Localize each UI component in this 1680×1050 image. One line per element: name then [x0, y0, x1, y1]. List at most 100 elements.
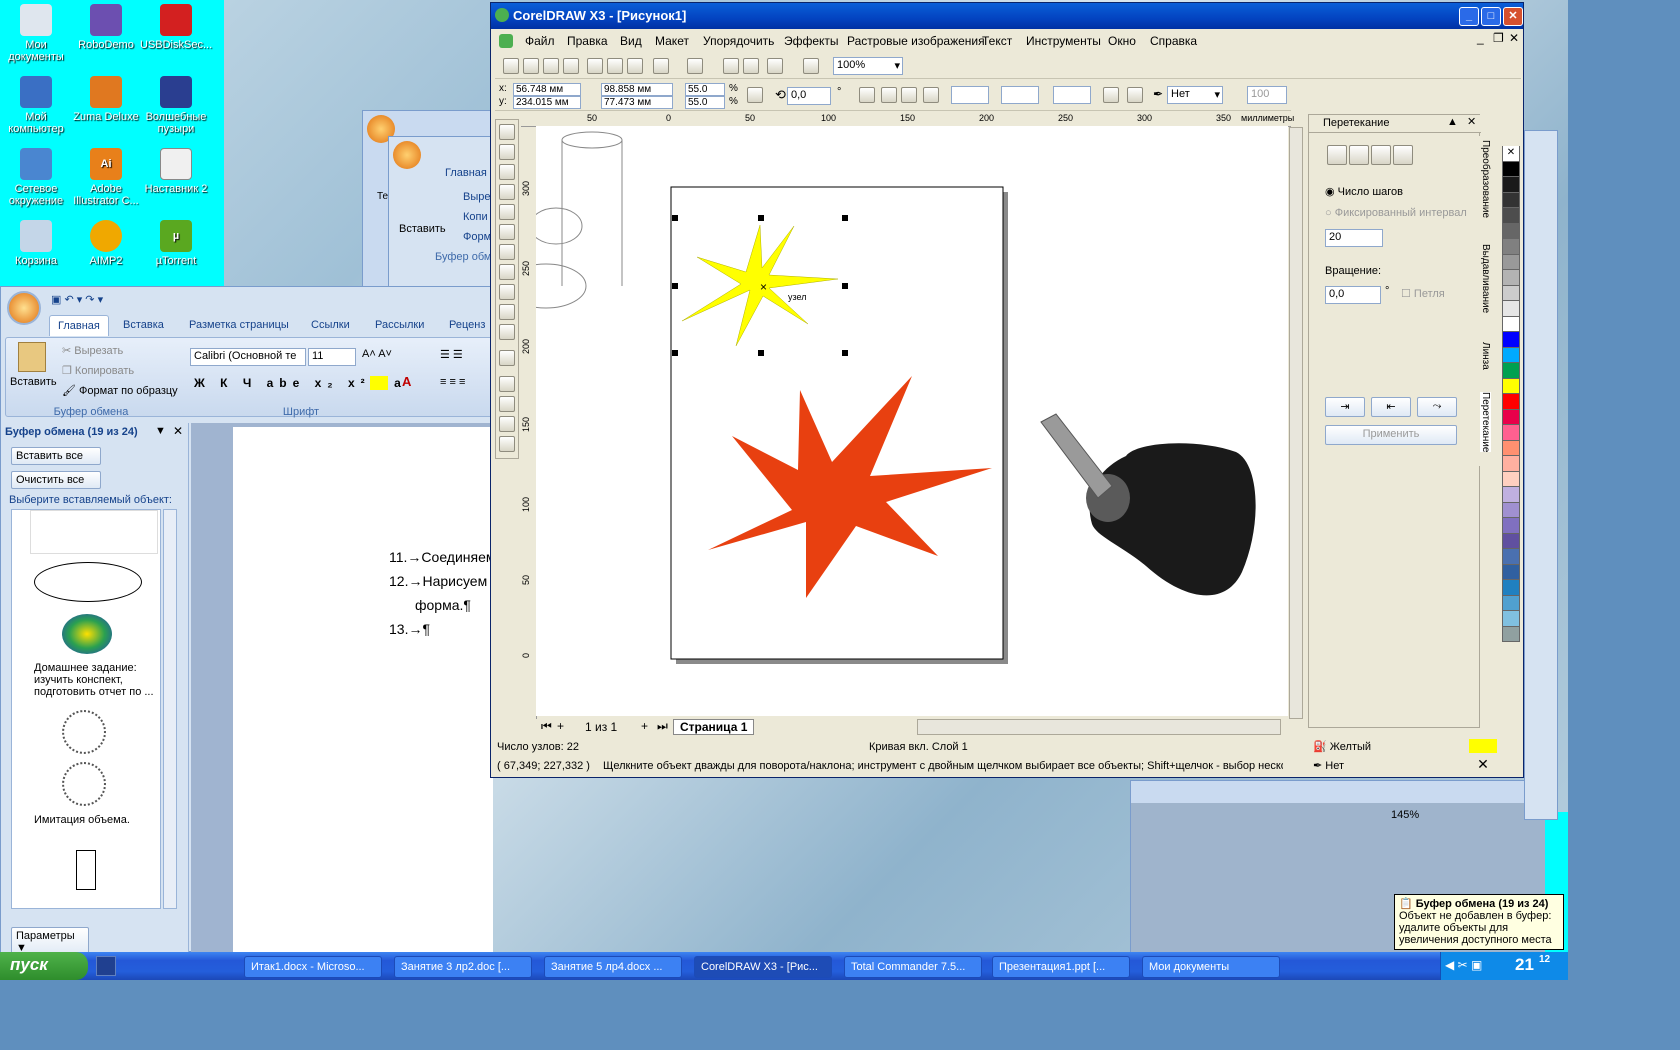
taskbar-item[interactable]: Занятие 5 лр4.docx ... — [544, 956, 682, 978]
word-window[interactable]: ▣ ↶ ▾ ↷ ▾ Главная Вставка Разметка стран… — [0, 286, 496, 957]
zoom-select[interactable]: 100% ▾ — [833, 57, 903, 75]
rotation-field[interactable]: 0,0 — [787, 87, 831, 105]
blend-path-button[interactable]: ⤳ — [1417, 397, 1457, 417]
menu-help[interactable]: Справка — [1150, 34, 1197, 48]
blend-forward-button[interactable]: ⇥ — [1325, 397, 1365, 417]
undo-icon[interactable] — [653, 58, 669, 74]
node-icon[interactable] — [901, 87, 917, 103]
color-swatch[interactable] — [1502, 394, 1520, 410]
color-swatch[interactable] — [1502, 487, 1520, 503]
rectangle-tool-icon[interactable] — [499, 244, 515, 260]
menu-effects[interactable]: Эффекты — [784, 34, 839, 48]
page-tab[interactable]: Страница 1 — [673, 719, 755, 735]
font-color-icon[interactable]: A — [402, 374, 411, 389]
taskbar-item[interactable]: Итак1.docx - Microso... — [244, 956, 382, 978]
apply-button[interactable]: Применить — [1325, 425, 1457, 445]
welcome-icon[interactable] — [803, 58, 819, 74]
x-position-field[interactable]: 56.748 мм — [513, 83, 581, 96]
collapse-icon[interactable]: ▲ — [1447, 116, 1458, 128]
docker-tab-blend[interactable]: Перетекание — [1480, 392, 1491, 453]
tray-icons[interactable]: ◀ ✂ ▣ — [1445, 958, 1482, 972]
highlight-icon[interactable] — [370, 376, 388, 390]
clipboard-item-rect[interactable] — [76, 850, 96, 890]
cut-button[interactable]: ✂ Вырезать — [62, 344, 123, 357]
add-page-icon[interactable]: + — [557, 719, 564, 733]
print-icon[interactable] — [563, 58, 579, 74]
fill-swatch[interactable] — [1469, 739, 1497, 753]
scale-y-field[interactable]: 55.0 — [685, 96, 725, 109]
star-tool-icon[interactable] — [499, 284, 515, 300]
color-swatch[interactable] — [1502, 595, 1520, 611]
list-icons[interactable]: ☰ ☰ — [440, 348, 490, 366]
menu-text[interactable]: Текст — [982, 34, 1012, 48]
menu-tools[interactable]: Инструменты — [1026, 34, 1101, 48]
format-painter-button[interactable]: Форм — [463, 231, 491, 243]
office-button-icon[interactable] — [393, 141, 421, 169]
docker-tab-lens[interactable]: Линза — [1480, 342, 1491, 370]
blend-accel-icon[interactable] — [1349, 145, 1369, 165]
last-page-icon[interactable]: ⏭ — [657, 719, 668, 734]
lock-ratio-icon[interactable] — [747, 87, 763, 103]
color-swatch[interactable] — [1502, 471, 1520, 487]
color-swatch[interactable] — [1502, 161, 1520, 177]
document-icon[interactable] — [499, 34, 513, 48]
color-swatch[interactable] — [1502, 316, 1520, 332]
blend-misc-icon[interactable] — [1393, 145, 1413, 165]
zoom-level[interactable]: 145% — [1391, 809, 1419, 821]
color-swatch[interactable] — [1502, 177, 1520, 193]
doc-close-icon[interactable]: ✕ — [1509, 31, 1519, 45]
hand-icon[interactable] — [1103, 87, 1119, 103]
clear-all-button[interactable]: Очистить все — [11, 471, 101, 489]
coreldraw-titlebar[interactable]: CorelDRAW X3 - [Рисунок1] _ □ ✕ — [491, 3, 1523, 29]
desktop-icon[interactable]: Мой компьютер — [0, 76, 72, 135]
color-swatch[interactable] — [1502, 270, 1520, 286]
paste-icon[interactable] — [627, 58, 643, 74]
export-icon[interactable] — [743, 58, 759, 74]
width-field[interactable]: 98.858 мм — [601, 83, 673, 96]
color-swatch[interactable] — [1502, 347, 1520, 363]
taskbar-item[interactable]: Мои документы — [1142, 956, 1280, 978]
grow-font-icon[interactable]: A˄ A˅ — [362, 348, 392, 360]
horizontal-scrollbar[interactable] — [917, 719, 1281, 735]
clipboard-item-gear[interactable] — [62, 762, 106, 806]
interactive-fill-icon[interactable] — [499, 436, 515, 452]
minimize-button[interactable]: _ — [1459, 7, 1479, 26]
blend-steps-icon[interactable] — [1327, 145, 1347, 165]
clock-minutes[interactable]: 12 — [1539, 954, 1550, 965]
taskbar-item[interactable]: Презентация1.ppt [... — [992, 956, 1130, 978]
fill-status[interactable]: ⛽ Желтый — [1313, 740, 1371, 753]
clipboard-item-ellipse[interactable] — [34, 562, 142, 602]
new-icon[interactable] — [503, 58, 519, 74]
no-color-swatch[interactable]: ✕ — [1502, 146, 1520, 162]
shapes-tool-icon[interactable] — [499, 304, 515, 320]
text-tool-icon[interactable] — [499, 324, 515, 340]
outline-select[interactable]: Нет ▾ — [1167, 86, 1223, 104]
cut-button[interactable]: Выре — [463, 191, 490, 203]
fixed-interval-radio[interactable]: ○ Фиксированный интервал — [1325, 207, 1467, 219]
start-button[interactable]: пуск — [0, 952, 88, 980]
background-word-window[interactable]: Главная Вставить Выре Копи Форм Буфер об… — [388, 136, 498, 290]
desktop-icon[interactable]: Наставник 2 — [140, 148, 212, 195]
arrow-start-select[interactable] — [1001, 86, 1039, 104]
docker-tab-extrude[interactable]: Выдавливание — [1480, 244, 1491, 313]
height-field[interactable]: 77.473 мм — [601, 96, 673, 109]
tab-home[interactable]: Главная — [445, 167, 487, 179]
outline-none-icon[interactable]: ✕ — [1469, 757, 1497, 772]
align-icons[interactable]: ≡ ≡ ≡ — [440, 376, 490, 394]
color-swatch[interactable] — [1502, 223, 1520, 239]
desktop-icon[interactable]: Ai Adobe Illustrator C... — [70, 148, 142, 207]
menu-edit[interactable]: Правка — [567, 34, 608, 48]
font-name-select[interactable]: Calibri (Основной те — [190, 348, 306, 366]
scale-x-field[interactable]: 55.0 — [685, 83, 725, 96]
color-swatch[interactable] — [1502, 626, 1520, 642]
line-style-select[interactable] — [951, 86, 989, 104]
launcher-icon[interactable] — [767, 58, 783, 74]
desktop-icon[interactable]: Zuma Deluxe — [70, 76, 142, 123]
convert-icon[interactable] — [923, 87, 939, 103]
clipboard-items-list[interactable]: Домашнее задание: изучить конспект, подг… — [11, 509, 161, 909]
steps-field[interactable]: 20 — [1325, 229, 1383, 247]
clipboard-item-gear[interactable] — [62, 710, 106, 754]
first-page-icon[interactable]: ⏮ — [541, 719, 552, 734]
close-icon[interactable]: ✕ — [173, 424, 183, 438]
clipboard-item-text[interactable]: Домашнее задание: изучить конспект, подг… — [34, 662, 156, 698]
